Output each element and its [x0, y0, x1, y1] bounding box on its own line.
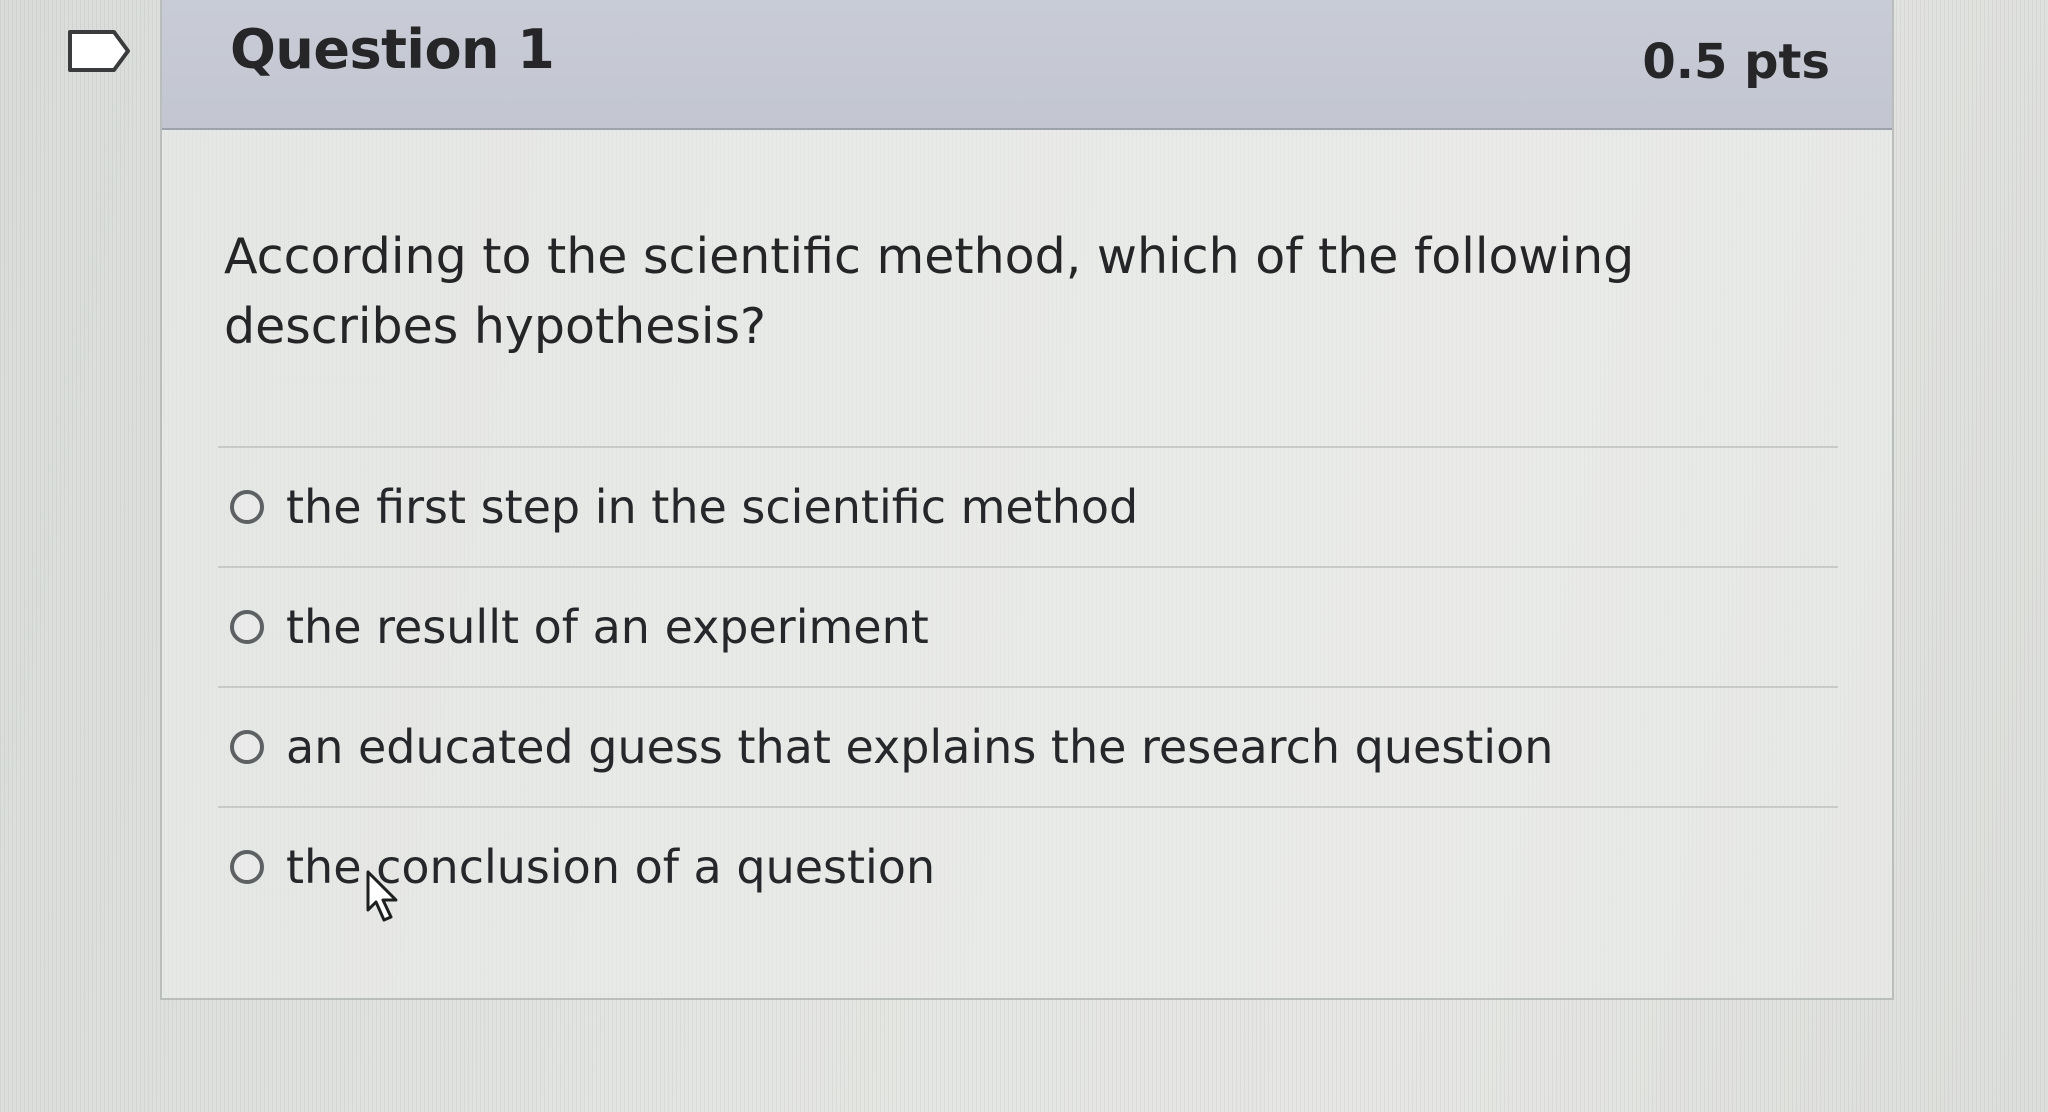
answer-list: the first step in the scientific method … [218, 446, 1838, 926]
question-text: According to the scientific method, whic… [224, 228, 1635, 355]
question-header: Question 1 0.5 pts [162, 0, 1892, 130]
answer-label: the resullt of an experiment [286, 600, 929, 654]
radio-button-icon[interactable] [230, 850, 264, 884]
answer-option-1[interactable]: the first step in the scientific method [218, 448, 1838, 568]
radio-button-icon[interactable] [230, 730, 264, 764]
answer-option-2[interactable]: the resullt of an experiment [218, 568, 1838, 688]
answer-option-3[interactable]: an educated guess that explains the rese… [218, 688, 1838, 808]
answer-label: the first step in the scientific method [286, 480, 1139, 534]
radio-button-icon[interactable] [230, 490, 264, 524]
question-title: Question 1 [230, 18, 555, 81]
answer-label: an educated guess that explains the rese… [286, 720, 1554, 774]
question-card: Question 1 0.5 pts According to the scie… [160, 0, 1894, 1000]
question-points: 0.5 pts [1642, 34, 1830, 90]
radio-button-icon[interactable] [230, 610, 264, 644]
flag-question-icon[interactable] [66, 28, 132, 74]
hand-pointer-icon [366, 870, 398, 922]
answer-option-4[interactable]: the conclusion of a question [218, 808, 1838, 926]
